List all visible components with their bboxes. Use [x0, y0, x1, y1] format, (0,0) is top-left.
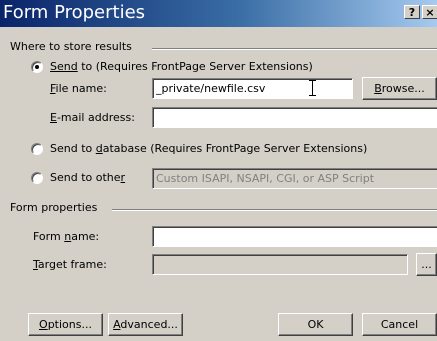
- file-name-input[interactable]: _private/newfile.csv: [152, 78, 353, 99]
- help-button[interactable]: ?: [404, 5, 420, 19]
- form-properties-group-label: Form properties: [10, 201, 98, 214]
- form-properties-divider: [112, 209, 437, 211]
- send-to-other-select[interactable]: Custom ISAPI, NSAPI, CGI, or ASP Script: [152, 168, 437, 189]
- send-to-database-label[interactable]: Send to database (Requires FrontPage Ser…: [50, 142, 367, 156]
- cancel-button[interactable]: Cancel: [362, 313, 437, 336]
- email-address-label: E-mail address:: [50, 111, 135, 124]
- send-to-other-label[interactable]: Send to other: [50, 171, 125, 185]
- email-address-input[interactable]: [152, 107, 437, 128]
- target-frame-input[interactable]: [152, 254, 408, 275]
- text-cursor-icon: [309, 80, 316, 96]
- file-name-label: File name:: [50, 82, 107, 95]
- browse-button[interactable]: Browse...: [362, 77, 437, 100]
- ok-button[interactable]: OK: [278, 313, 353, 336]
- form-name-input[interactable]: [152, 226, 437, 247]
- form-properties-dialog: Form Properties ? × Where to store resul…: [0, 0, 437, 341]
- send-to-file-label[interactable]: Send to (Requires FrontPage Server Exten…: [50, 60, 313, 74]
- target-frame-browse-button[interactable]: ...: [416, 253, 437, 276]
- window-title: Form Properties: [3, 2, 146, 23]
- send-to-file-radio[interactable]: [31, 61, 43, 73]
- send-to-other-radio[interactable]: [31, 172, 43, 184]
- store-results-group-label: Where to store results: [10, 40, 132, 53]
- title-bar[interactable]: Form Properties ? ×: [0, 0, 437, 27]
- target-frame-label: Target frame:: [33, 258, 107, 271]
- send-to-other-selected-option: Custom ISAPI, NSAPI, CGI, or ASP Script: [156, 172, 375, 185]
- options-button[interactable]: Options...: [28, 313, 103, 336]
- form-name-label: Form name:: [33, 230, 100, 243]
- send-to-database-radio[interactable]: [31, 143, 43, 155]
- advanced-button[interactable]: Advanced...: [108, 313, 183, 336]
- close-button[interactable]: ×: [422, 5, 437, 19]
- store-results-divider: [152, 48, 437, 50]
- radio-selected-dot: [35, 65, 39, 69]
